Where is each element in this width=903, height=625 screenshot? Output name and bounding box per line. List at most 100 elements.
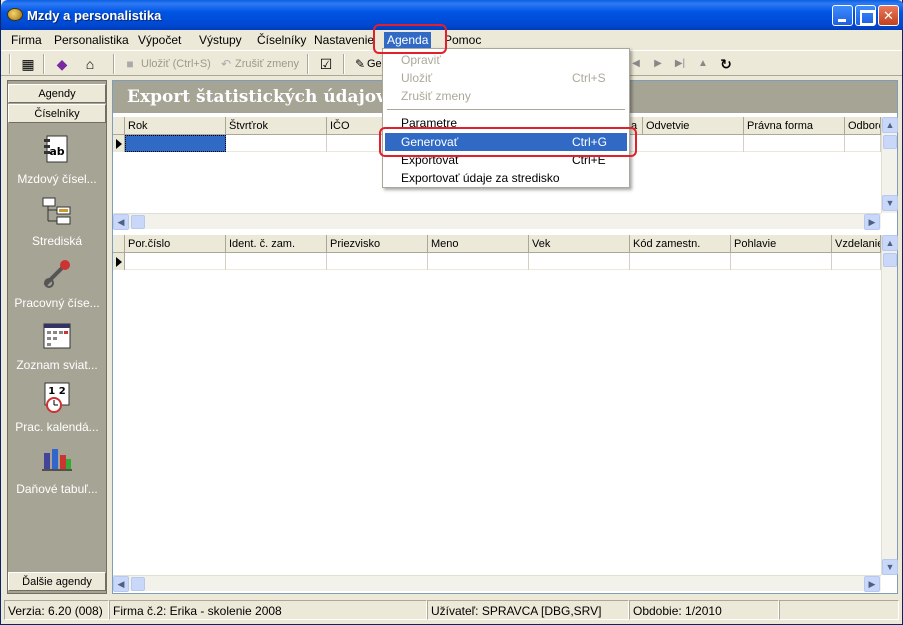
- grid2-vertical-scrollbar[interactable]: ▲ ▼: [881, 235, 898, 575]
- column-header[interactable]: Štvrťrok: [226, 117, 327, 135]
- scroll-right-icon[interactable]: ▶: [864, 214, 880, 230]
- menu-personalistika[interactable]: Personalistika: [51, 32, 132, 49]
- menu-item-generovat[interactable]: Generovať Ctrl+G: [385, 133, 627, 151]
- scroll-right-icon[interactable]: ▶: [864, 576, 880, 592]
- column-header[interactable]: Pohlavie: [731, 235, 832, 253]
- column-header[interactable]: Vek: [529, 235, 630, 253]
- scroll-up-icon[interactable]: ▲: [882, 117, 898, 133]
- home-icon[interactable]: ⌂: [81, 55, 99, 73]
- menu-item-shortcut: Ctrl+S: [572, 71, 606, 85]
- undo-icon: ↶: [220, 57, 232, 71]
- column-header[interactable]: Kód zamestn.: [630, 235, 731, 253]
- calculator-icon[interactable]: ▦: [19, 55, 37, 73]
- window-title: Mzdy a personalistika: [27, 8, 162, 23]
- close-button[interactable]: ✕: [878, 5, 899, 26]
- table-cell-selected[interactable]: [125, 135, 226, 152]
- scroll-thumb[interactable]: [883, 135, 897, 149]
- table-cell[interactable]: [744, 135, 845, 152]
- menu-firma[interactable]: Firma: [8, 32, 45, 49]
- column-header[interactable]: Rok: [125, 117, 226, 135]
- maximize-button[interactable]: [855, 5, 876, 26]
- next-record-icon[interactable]: ▶: [649, 55, 667, 73]
- menu-item-zrusit-zmeny[interactable]: Zrušiť zmeny: [385, 87, 627, 105]
- tab-ciselniky[interactable]: Číselníky: [8, 104, 106, 123]
- toolbar-separator: [307, 54, 309, 74]
- last-record-icon[interactable]: ▶|: [671, 55, 689, 73]
- wrench-icon: [40, 257, 74, 291]
- table-cell[interactable]: [643, 135, 744, 152]
- cancel-changes-button[interactable]: Zrušiť zmeny: [235, 54, 299, 74]
- column-header[interactable]: Ident. č. zam.: [226, 235, 327, 253]
- table-cell[interactable]: [832, 253, 881, 270]
- menu-item-ulozit[interactable]: Uložiť Ctrl+S: [385, 69, 627, 87]
- column-header[interactable]: Por.číslo: [125, 235, 226, 253]
- table-row[interactable]: [113, 253, 881, 270]
- checklist-icon[interactable]: ☑: [317, 55, 335, 73]
- column-header[interactable]: a: [628, 117, 643, 135]
- scroll-thumb[interactable]: [131, 215, 145, 229]
- grid1-vertical-scrollbar[interactable]: ▲ ▼: [881, 117, 898, 213]
- tab-dalsie-agendy[interactable]: Ďalšie agendy: [8, 572, 106, 591]
- nav-item-mzdovy-ciselnik[interactable]: ab Mzdový čísel...: [8, 133, 106, 186]
- grid2-horizontal-scrollbar[interactable]: ◀ ▶: [113, 575, 881, 592]
- books-icon[interactable]: ◆: [53, 55, 71, 73]
- up-record-icon[interactable]: ▲: [694, 55, 712, 73]
- tab-agendy[interactable]: Agendy: [8, 84, 106, 103]
- column-header[interactable]: Priezvisko: [327, 235, 428, 253]
- nav-item-zoznam-sviatkov[interactable]: Zoznam sviat...: [8, 319, 106, 372]
- nav-item-pracovny-ciselnik[interactable]: Pracovný číse...: [8, 257, 106, 310]
- menu-nastavenie[interactable]: Nastavenie: [311, 32, 377, 49]
- save-button[interactable]: Uložiť (Ctrl+S): [141, 54, 211, 74]
- menu-agenda[interactable]: Agenda: [384, 32, 432, 49]
- table-cell[interactable]: [845, 135, 881, 152]
- toolbar-separator: [343, 54, 345, 74]
- column-header[interactable]: Meno: [428, 235, 529, 253]
- menu-pomoc[interactable]: Pomoc: [441, 32, 484, 49]
- scroll-down-icon[interactable]: ▼: [882, 559, 898, 575]
- menu-item-parametre[interactable]: Parametre: [385, 114, 627, 132]
- menu-item-label: Exportovať údaje za stredisko: [401, 171, 560, 185]
- table-cell[interactable]: [529, 253, 630, 270]
- scroll-left-icon[interactable]: ◀: [113, 576, 129, 592]
- scroll-left-icon[interactable]: ◀: [113, 214, 129, 230]
- nav-item-label: Strediská: [31, 234, 83, 248]
- nav-item-strediska[interactable]: Strediská: [8, 195, 106, 248]
- table-cell[interactable]: [731, 253, 832, 270]
- menu-item-exportovat-stredisko[interactable]: Exportovať údaje za stredisko: [385, 169, 627, 187]
- scroll-thumb[interactable]: [131, 577, 145, 591]
- menu-vypocet[interactable]: Výpočet: [135, 32, 184, 49]
- column-header[interactable]: Právna forma: [744, 117, 845, 135]
- table-cell[interactable]: [630, 253, 731, 270]
- nav-item-pracovny-kalendar[interactable]: 1 2 Prac. kalendá...: [8, 381, 106, 434]
- column-header[interactable]: Odvetvie: [643, 117, 744, 135]
- menu-item-exportovat[interactable]: Exportovať Ctrl+E: [385, 151, 627, 169]
- table-cell[interactable]: [327, 253, 428, 270]
- scroll-up-icon[interactable]: ▲: [882, 235, 898, 251]
- minimize-button[interactable]: [832, 5, 853, 26]
- refresh-icon[interactable]: ↻: [717, 55, 735, 73]
- toolbar-separator: [43, 54, 45, 74]
- grid1-horizontal-scrollbar[interactable]: ◀ ▶: [113, 213, 881, 230]
- status-version: Verzia: 6.20 (008): [4, 600, 109, 620]
- scroll-down-icon[interactable]: ▼: [882, 195, 898, 211]
- table-cell[interactable]: [428, 253, 529, 270]
- row-indicator-icon: [113, 253, 125, 270]
- column-header[interactable]: Vzdelanie: [832, 235, 881, 253]
- column-header[interactable]: Odborc: [845, 117, 881, 135]
- calendar-icon: [40, 319, 74, 353]
- generate-button[interactable]: Ge: [367, 54, 382, 74]
- menu-item-opravit[interactable]: Opraviť: [385, 51, 627, 69]
- table-cell[interactable]: [226, 135, 327, 152]
- menu-ciselniky[interactable]: Číselníky: [254, 32, 309, 49]
- nav-item-danove-tabulky[interactable]: Daňové tabuľ...: [8, 443, 106, 496]
- table-cell[interactable]: [226, 253, 327, 270]
- title-bar: Mzdy a personalistika ✕: [1, 0, 903, 30]
- nav-item-label: Prac. kalendá...: [15, 420, 99, 434]
- menu-vystupy[interactable]: Výstupy: [196, 32, 245, 49]
- nav-item-label: Pracovný číse...: [14, 296, 100, 310]
- table-cell[interactable]: [125, 253, 226, 270]
- menu-bar: Firma Personalistika Výpočet Výstupy Čís…: [1, 30, 902, 50]
- scroll-thumb[interactable]: [883, 253, 897, 267]
- row-indicator-icon: [113, 135, 125, 152]
- menu-item-label: Parametre: [401, 116, 458, 130]
